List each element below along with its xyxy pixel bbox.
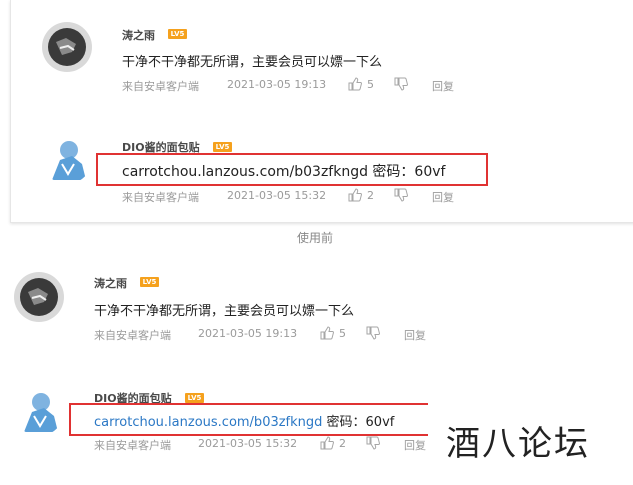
highlight-box	[96, 153, 488, 186]
watermark-text: 酒八论坛	[446, 424, 590, 464]
avatar[interactable]	[14, 386, 64, 436]
level-badge: LV5	[213, 142, 232, 152]
reply-button[interactable]: 回复	[404, 327, 426, 343]
source-label: 来自安卓客户端	[94, 329, 171, 342]
comment-text: 干净不干净都无所谓，主要会员可以嫖一下么	[94, 304, 355, 319]
reply-button[interactable]: 回复	[432, 78, 454, 94]
source-label: 来自安卓客户端	[94, 439, 171, 452]
timestamp: 2021-03-05 15:32	[227, 189, 327, 202]
reply-button[interactable]: 回复	[404, 437, 426, 453]
level-badge: LV5	[168, 29, 187, 39]
avatar[interactable]	[14, 272, 64, 322]
like-count: 5	[367, 78, 374, 91]
thumbs-down-icon[interactable]	[394, 188, 408, 202]
image-caption: 使用前	[297, 231, 334, 245]
like-count: 5	[339, 327, 346, 340]
comment-meta: 来自安卓客户端 2021-03-05 19:13 5 回复	[122, 77, 522, 94]
watermark: 酒八论坛	[428, 400, 633, 485]
avatar[interactable]	[42, 134, 92, 184]
thumbs-up-icon[interactable]	[320, 436, 334, 450]
thumbs-up-icon[interactable]	[320, 326, 334, 340]
timestamp: 2021-03-05 15:32	[198, 437, 298, 450]
like-count: 2	[339, 437, 346, 450]
comment-item: 涛之雨 LV5 干净不干净都无所谓，主要会员可以嫖一下么 来自安卓客户端 202…	[11, 0, 633, 104]
like-count: 2	[367, 189, 374, 202]
thumbs-down-icon[interactable]	[366, 326, 380, 340]
reply-button[interactable]: 回复	[432, 189, 454, 205]
thumbs-down-icon[interactable]	[366, 436, 380, 450]
avatar[interactable]	[42, 22, 92, 72]
thumbs-up-icon[interactable]	[348, 77, 362, 91]
comment-panel-before: 涛之雨 LV5 干净不干净都无所谓，主要会员可以嫖一下么 来自安卓客户端 202…	[10, 0, 633, 223]
highlight-box	[69, 403, 431, 436]
username[interactable]: 涛之雨	[122, 27, 155, 43]
thumbs-down-icon[interactable]	[394, 77, 408, 91]
comment-meta: 来自安卓客户端 2021-03-05 19:13 5 回复	[94, 326, 494, 343]
timestamp: 2021-03-05 19:13	[198, 327, 298, 340]
comment-item: 涛之雨 LV5 干净不干净都无所谓，主要会员可以嫖一下么 来自安卓客户端 202…	[0, 257, 633, 361]
source-label: 来自安卓客户端	[122, 191, 199, 204]
source-label: 来自安卓客户端	[122, 80, 199, 93]
level-badge: LV5	[140, 277, 159, 287]
comment-text: 干净不干净都无所谓，主要会员可以嫖一下么	[122, 55, 383, 70]
comment-meta: 来自安卓客户端 2021-03-05 15:32 2 回复	[122, 188, 522, 205]
thumbs-up-icon[interactable]	[348, 188, 362, 202]
level-badge: LV5	[185, 393, 204, 403]
timestamp: 2021-03-05 19:13	[227, 78, 327, 91]
username[interactable]: 涛之雨	[94, 275, 127, 291]
